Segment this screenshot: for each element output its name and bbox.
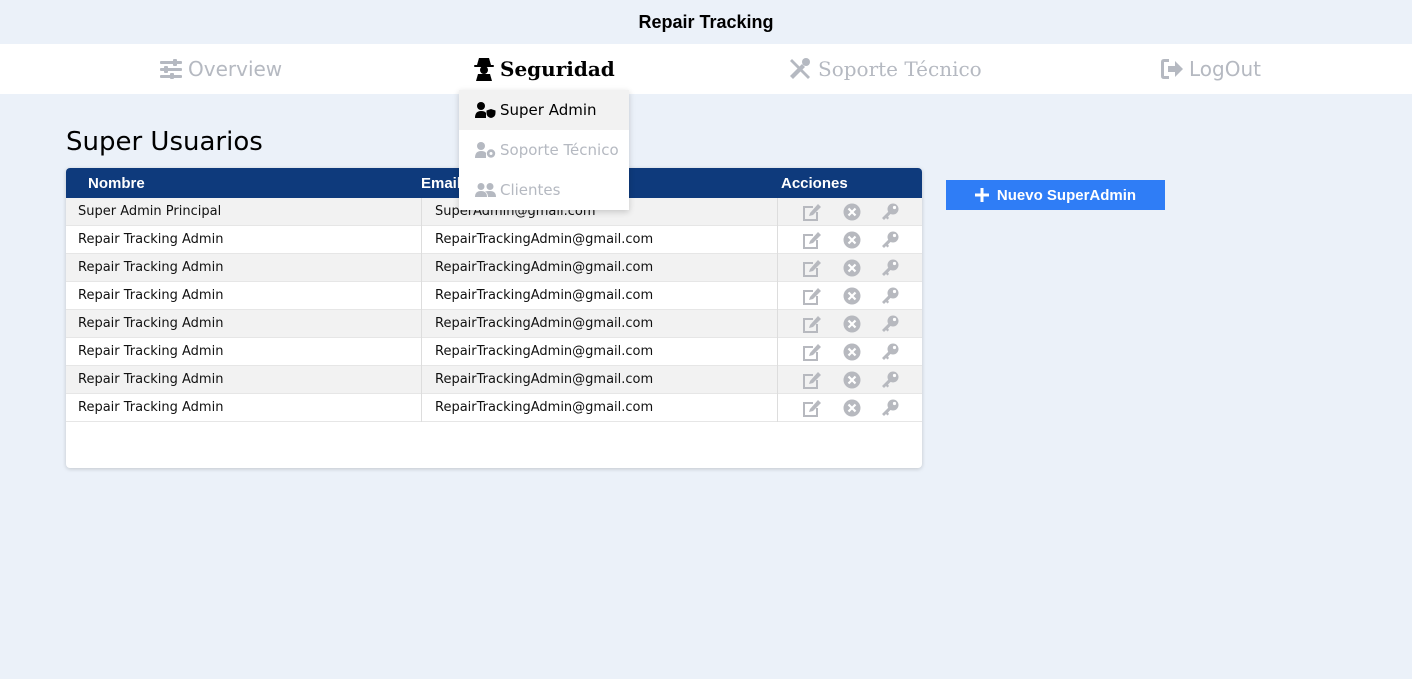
key-icon[interactable]: [880, 371, 900, 389]
delete-icon[interactable]: [842, 399, 862, 417]
menu-item-soporte-tecnico[interactable]: Soporte Técnico: [459, 130, 629, 170]
cell-email: RepairTrackingAdmin@gmail.com: [422, 366, 778, 394]
cell-nombre: Repair Tracking Admin: [66, 366, 422, 394]
cell-nombre: Repair Tracking Admin: [66, 282, 422, 310]
column-header-email: Email: [421, 175, 462, 192]
nav-overview-label: Overview: [188, 57, 283, 81]
cell-acciones: [778, 198, 922, 226]
cell-acciones: [778, 310, 922, 338]
edit-icon[interactable]: [802, 259, 822, 277]
key-icon[interactable]: [880, 399, 900, 417]
table-row: Repair Tracking Admin RepairTrackingAdmi…: [66, 254, 922, 282]
edit-icon[interactable]: [802, 399, 822, 417]
user-shield-icon: [475, 102, 496, 118]
cell-acciones: [778, 338, 922, 366]
cell-acciones: [778, 366, 922, 394]
table-row: Repair Tracking Admin RepairTrackingAdmi…: [66, 338, 922, 366]
menu-item-super-admin[interactable]: Super Admin: [459, 90, 629, 130]
delete-icon[interactable]: [842, 343, 862, 361]
table-row: Repair Tracking Admin RepairTrackingAdmi…: [66, 226, 922, 254]
super-users-table: Nombre Email Acciones Super Admin Princi…: [66, 168, 922, 468]
cell-email: RepairTrackingAdmin@gmail.com: [422, 310, 778, 338]
menu-item-label: Clientes: [500, 181, 561, 199]
key-icon[interactable]: [880, 231, 900, 249]
key-icon[interactable]: [880, 315, 900, 333]
cell-nombre: Repair Tracking Admin: [66, 394, 422, 422]
cell-nombre: Repair Tracking Admin: [66, 338, 422, 366]
nav-logout[interactable]: LogOut: [1161, 44, 1261, 94]
nav-soporte-label: Soporte Técnico: [818, 57, 982, 81]
table-row: Repair Tracking Admin RepairTrackingAdmi…: [66, 310, 922, 338]
table-body: Super Admin Principal SuperAdmin@gmail.c…: [66, 198, 922, 422]
nav-soporte-tecnico[interactable]: Soporte Técnico: [788, 44, 982, 94]
user-secret-icon: [474, 58, 494, 81]
tools-icon: [790, 58, 810, 79]
menu-item-label: Soporte Técnico: [500, 141, 619, 159]
nav-overview[interactable]: Overview: [160, 44, 282, 94]
app-header: Repair Tracking: [0, 0, 1412, 44]
users-icon: [475, 183, 496, 197]
app-title: Repair Tracking: [638, 11, 774, 32]
seguridad-dropdown-menu: Super Admin Soporte Técnico Clientes: [459, 90, 629, 210]
cell-email: RepairTrackingAdmin@gmail.com: [422, 282, 778, 310]
table-row: Repair Tracking Admin RepairTrackingAdmi…: [66, 282, 922, 310]
delete-icon[interactable]: [842, 287, 862, 305]
nav-seguridad[interactable]: Seguridad: [474, 44, 615, 94]
page-title: Super Usuarios: [66, 127, 263, 157]
cell-nombre: Super Admin Principal: [66, 198, 422, 226]
menu-item-clientes[interactable]: Clientes: [459, 170, 629, 210]
edit-icon[interactable]: [802, 287, 822, 305]
cell-email: RepairTrackingAdmin@gmail.com: [422, 226, 778, 254]
delete-icon[interactable]: [842, 315, 862, 333]
key-icon[interactable]: [880, 287, 900, 305]
sliders-icon: [160, 59, 182, 79]
edit-icon[interactable]: [802, 231, 822, 249]
delete-icon[interactable]: [842, 371, 862, 389]
cell-acciones: [778, 394, 922, 422]
menu-item-label: Super Admin: [500, 101, 597, 119]
edit-icon[interactable]: [802, 315, 822, 333]
cell-email: RepairTrackingAdmin@gmail.com: [422, 394, 778, 422]
table-row: Repair Tracking Admin RepairTrackingAdmi…: [66, 394, 922, 422]
cell-nombre: Repair Tracking Admin: [66, 226, 422, 254]
delete-icon[interactable]: [842, 259, 862, 277]
cell-email: RepairTrackingAdmin@gmail.com: [422, 338, 778, 366]
new-superadmin-button[interactable]: Nuevo SuperAdmin: [946, 180, 1165, 210]
cell-nombre: Repair Tracking Admin: [66, 254, 422, 282]
main-nav: Overview Seguridad Soporte Técnico LogOu…: [0, 44, 1412, 94]
delete-icon[interactable]: [842, 203, 862, 221]
column-header-nombre: Nombre: [88, 175, 145, 192]
cell-email: RepairTrackingAdmin@gmail.com: [422, 254, 778, 282]
edit-icon[interactable]: [802, 371, 822, 389]
delete-icon[interactable]: [842, 231, 862, 249]
sign-out-icon: [1161, 59, 1183, 79]
table-row: Repair Tracking Admin RepairTrackingAdmi…: [66, 366, 922, 394]
edit-icon[interactable]: [802, 343, 822, 361]
cell-acciones: [778, 254, 922, 282]
key-icon[interactable]: [880, 203, 900, 221]
edit-icon[interactable]: [802, 203, 822, 221]
plus-icon: [974, 188, 989, 202]
cell-nombre: Repair Tracking Admin: [66, 310, 422, 338]
user-gear-icon: [475, 142, 496, 158]
nav-seguridad-label: Seguridad: [500, 57, 615, 81]
cell-acciones: [778, 226, 922, 254]
key-icon[interactable]: [880, 259, 900, 277]
column-header-acciones: Acciones: [781, 175, 848, 192]
cell-acciones: [778, 282, 922, 310]
new-superadmin-label: Nuevo SuperAdmin: [996, 186, 1137, 204]
nav-logout-label: LogOut: [1189, 57, 1261, 81]
key-icon[interactable]: [880, 343, 900, 361]
